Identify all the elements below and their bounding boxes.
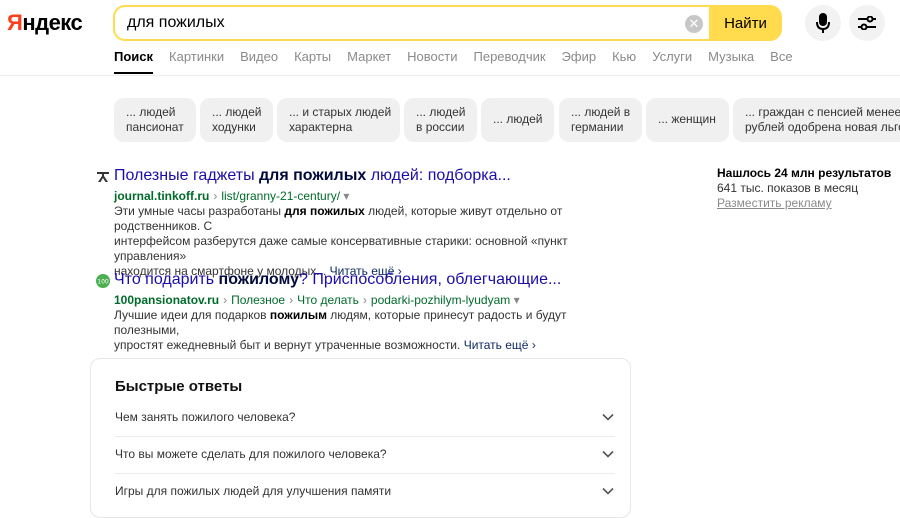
breadcrumb-separator: › (223, 293, 228, 307)
suggestion-chip[interactable]: ... людей пансионат (114, 98, 196, 142)
suggestion-chip[interactable]: ... граждан с пенсией менее 2 рублей одоб… (733, 98, 900, 142)
tab-music[interactable]: Музыка (708, 49, 754, 71)
snippet-text: Эти умные часы разработаны (114, 204, 285, 218)
chip-line: ... граждан с пенсией менее 2 (745, 105, 900, 119)
quick-answers-title: Быстрые ответы (115, 378, 243, 395)
chevron-down-icon (602, 487, 614, 495)
snippet-highlight: пожилым (269, 308, 327, 322)
title-text: людей: подборка... (366, 167, 511, 184)
header-divider (0, 75, 900, 76)
result-title-link[interactable]: Что подарить пожилому? Приспособления, о… (114, 270, 561, 290)
tab-market[interactable]: Маркет (347, 49, 391, 71)
voice-search-button[interactable] (805, 5, 841, 41)
search-result: 100 Что подарить пожилому? Приспособлени… (95, 270, 635, 352)
yandex-logo[interactable]: Яндекс (7, 9, 83, 37)
chip-line: ... людей (212, 105, 262, 119)
chip-line: рублей одобрена новая льгот (745, 120, 900, 134)
chip-line: ... людей (493, 112, 543, 126)
filters-icon (858, 16, 876, 30)
chip-line: ... и старых людей (289, 105, 392, 119)
results-info: Нашлось 24 млн результатов 641 тыс. пока… (717, 166, 891, 211)
chip-line: ходунки (212, 120, 256, 134)
search-result: Полезные гаджеты для пожилых людей: подб… (95, 166, 635, 278)
suggestion-chip[interactable]: ... людей ходунки (200, 98, 273, 142)
tab-video[interactable]: Видео (240, 49, 278, 71)
result-url[interactable]: 100pansionatov.ru › Полезное › Что делать › po… (114, 292, 520, 308)
pansionatov-favicon-icon: 100 (96, 274, 110, 288)
snippet-highlight: для пожилых (284, 204, 365, 218)
tinkoff-favicon-icon (97, 172, 109, 182)
chip-line: характерна (289, 120, 353, 134)
title-highlight: пожилому (218, 271, 299, 288)
settings-button[interactable] (849, 5, 885, 41)
url-host: 100pansionatov.ru (114, 293, 220, 307)
read-more-label: Читать ещё (463, 338, 529, 352)
search-box: ✕ (113, 5, 709, 41)
tab-maps[interactable]: Карты (294, 49, 331, 71)
snippet-text: интерфейсом разберутся даже самые консер… (114, 234, 568, 263)
url-path: Полезное (231, 293, 286, 307)
suggestion-chip[interactable]: ... людей в германии (559, 98, 642, 142)
quick-answer-item[interactable]: Что вы можете сделать для пожилого челов… (115, 437, 615, 473)
chip-line: ... людей (416, 105, 466, 119)
question-text: Игры для пожилых людей для улучшения пам… (115, 484, 392, 498)
find-button[interactable]: Найти (709, 5, 782, 41)
title-text: Что подарить (114, 271, 219, 288)
url-path: Что делать (297, 293, 359, 307)
results-count: Нашлось 24 млн результатов (717, 166, 892, 180)
suggestion-chip[interactable]: ... людей в россии (404, 98, 477, 142)
svg-text:100: 100 (97, 279, 109, 286)
tab-broadcast[interactable]: Эфир (562, 49, 597, 71)
tab-services[interactable]: Услуги (652, 49, 692, 71)
chip-line: ... людей в (571, 105, 631, 119)
read-more-link[interactable]: Читать ещё › (464, 338, 536, 352)
chip-line: ... женщин (658, 112, 716, 126)
search-input[interactable] (127, 7, 677, 39)
breadcrumb-separator: › (213, 189, 218, 203)
result-title-link[interactable]: Полезные гаджеты для пожилых людей: подб… (114, 166, 511, 186)
url-host: journal.tinkoff.ru (114, 189, 210, 203)
dropdown-triangle-icon[interactable]: ▾ (514, 293, 520, 307)
clear-search-icon[interactable]: ✕ (685, 15, 703, 33)
tab-translator[interactable]: Переводчик (474, 49, 546, 71)
title-highlight: для пожилых (259, 167, 367, 184)
monthly-views: 641 тыс. показов в месяц (717, 181, 859, 195)
question-text: Чем занять пожилого человека? (115, 410, 296, 424)
result-snippet: Лучшие идеи для подарков пожилым людям, … (114, 308, 634, 353)
chevron-right-icon: › (531, 338, 536, 352)
chip-line: пансионат (126, 120, 184, 134)
suggestion-chip[interactable]: ... и старых людей характерна (277, 98, 400, 142)
microphone-icon (816, 13, 830, 33)
result-url[interactable]: journal.tinkoff.ru › list/granny-21-centur… (114, 188, 349, 204)
quick-answer-item[interactable]: Чем занять пожилого человека? (115, 400, 615, 436)
search-tabs: Поиск Картинки Видео Карты Маркет Новост… (114, 49, 809, 74)
suggestion-chip[interactable]: ... женщин (646, 98, 729, 142)
chevron-down-icon (602, 450, 614, 458)
snippet-text: упростят ежедневный быт и вернут утрачен… (114, 338, 461, 352)
tab-q[interactable]: Кью (612, 49, 636, 71)
dropdown-triangle-icon[interactable]: ▾ (343, 189, 349, 203)
quick-answers-card: Быстрые ответы Чем занять пожилого челов… (90, 358, 631, 518)
title-text: ? Приспособления, облегчающие... (299, 271, 562, 288)
chip-line: германии (571, 120, 624, 134)
chip-line: в россии (416, 120, 465, 134)
breadcrumb-separator: › (289, 293, 294, 307)
chip-line: ... людей (126, 105, 176, 119)
chevron-down-icon (602, 413, 614, 421)
logo-letter: Я (7, 10, 23, 35)
question-text: Что вы можете сделать для пожилого челов… (115, 447, 387, 461)
title-text: Полезные гаджеты (114, 167, 260, 184)
tab-news[interactable]: Новости (407, 49, 457, 71)
tab-images[interactable]: Картинки (169, 49, 224, 71)
suggestion-chip[interactable]: ... людей (481, 98, 554, 142)
logo-text: ндекс (22, 10, 83, 35)
snippet-text: Лучшие идеи для подарков (114, 308, 270, 322)
url-path: podarki-pozhilym-lyudyam (370, 293, 511, 307)
breadcrumb-separator: › (362, 293, 367, 307)
url-path: list/granny-21-century/ (221, 189, 341, 203)
result-snippet: Эти умные часы разработаны для пожилых л… (114, 204, 634, 279)
tab-all[interactable]: Все (770, 49, 792, 71)
place-ad-link[interactable]: Разместить рекламу (717, 196, 891, 211)
tab-search[interactable]: Поиск (114, 49, 154, 74)
